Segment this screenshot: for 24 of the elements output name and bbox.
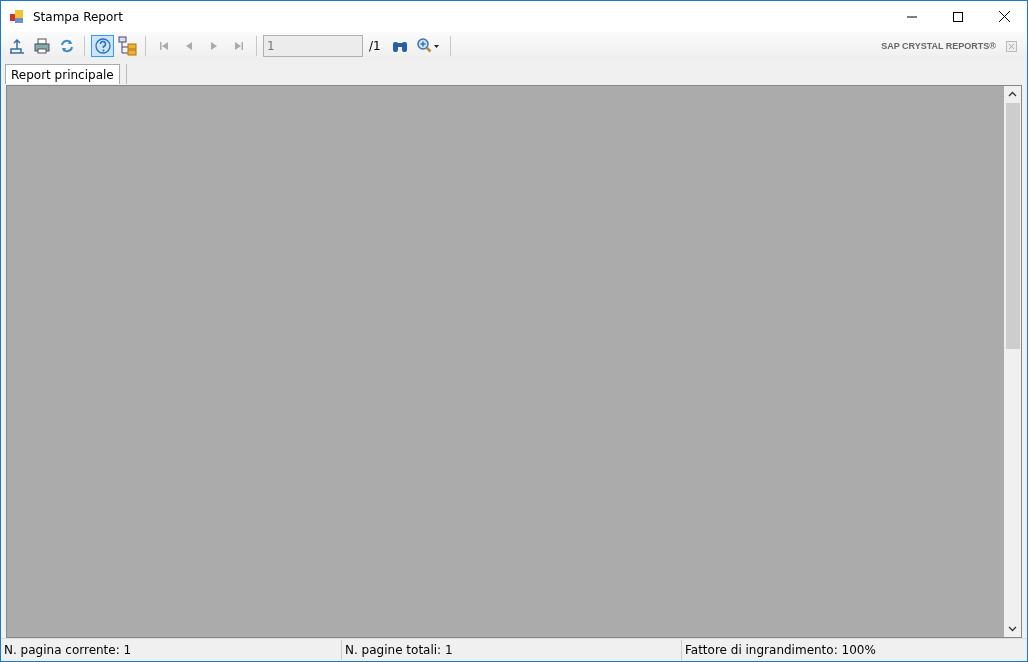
maximize-icon [953,11,963,22]
status-text: N. pagine totali: 1 [341,640,681,660]
printer-icon [32,37,51,55]
help-icon [93,37,112,55]
tree-icon [117,36,138,56]
first-page-icon [158,41,169,51]
status-text: N. pagina corrente: 1 [3,642,133,659]
help-button[interactable] [91,35,114,57]
report-tab[interactable]: Report principale [5,64,120,84]
vertical-scrollbar[interactable] [1004,86,1021,637]
window-title: Stampa Report [33,9,124,24]
brand-label: SAP CRYSTAL REPORTS® [881,41,996,51]
next-page-icon [208,41,219,51]
page-total: /1 [369,39,381,53]
export-icon [7,37,26,55]
tree-button[interactable] [116,35,139,57]
close-icon [998,11,1010,22]
status-text: Fattore di ingrandimento: 100% [681,640,1027,660]
binoculars-icon [392,39,409,53]
close-icon[interactable] [1006,40,1017,52]
scrollbar-thumb[interactable] [1005,103,1020,349]
last-page-icon [233,41,244,51]
app-icon [9,8,25,25]
magnifier-caret-icon [415,38,442,54]
